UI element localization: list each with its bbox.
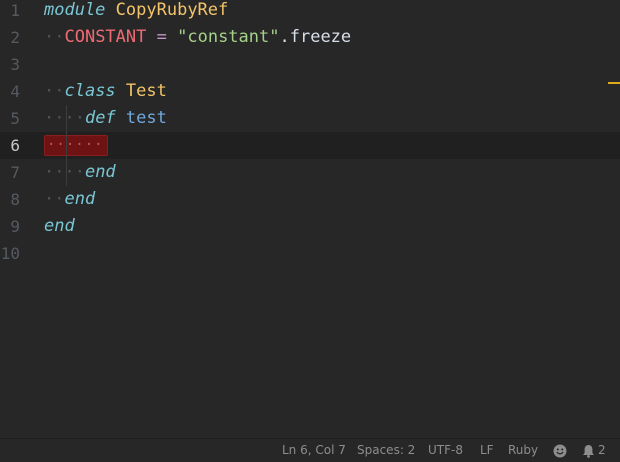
code-token: end bbox=[44, 216, 75, 236]
code-line[interactable]: 8 ··end bbox=[0, 186, 620, 213]
line-number[interactable]: 10 bbox=[0, 240, 20, 267]
code-line[interactable]: 4 ··class Test bbox=[0, 78, 620, 105]
code-text: end bbox=[44, 213, 75, 240]
code-text: ····end bbox=[44, 159, 116, 186]
notification-count[interactable]: 2 bbox=[598, 443, 606, 457]
line-number[interactable]: 6 bbox=[0, 132, 20, 159]
code-line[interactable]: 7 ····end bbox=[0, 159, 620, 186]
indent-guide bbox=[66, 105, 67, 186]
cursor-position-indicator[interactable]: Ln 6, Col 7 bbox=[282, 443, 346, 457]
code-editor[interactable]: 1 module CopyRubyRef 2 ··CONSTANT = "consta… bbox=[0, 0, 620, 438]
code-line[interactable]: 2 ··CONSTANT = "constant".freeze bbox=[0, 24, 620, 51]
code-token: CONSTANT bbox=[64, 27, 147, 47]
whitespace-marker: ·· bbox=[44, 27, 65, 47]
language-mode-selector[interactable]: Ruby bbox=[508, 443, 538, 457]
code-token: class bbox=[64, 81, 116, 101]
line-number[interactable]: 7 bbox=[0, 159, 20, 186]
line-number[interactable]: 9 bbox=[0, 213, 20, 240]
code-line[interactable]: 1 module CopyRubyRef bbox=[0, 0, 620, 24]
line-number[interactable]: 2 bbox=[0, 24, 20, 51]
code-text: ··CONSTANT = "constant".freeze bbox=[44, 24, 351, 51]
code-token: CopyRubyRef bbox=[115, 0, 229, 20]
code-token: test bbox=[125, 108, 167, 128]
code-line[interactable]: 10 bbox=[0, 240, 620, 267]
code-token: . bbox=[279, 27, 290, 47]
code-token: freeze bbox=[289, 27, 352, 47]
line-number[interactable]: 1 bbox=[0, 0, 20, 24]
code-token: end bbox=[64, 189, 96, 209]
smiley-icon[interactable] bbox=[553, 444, 567, 461]
whitespace-marker: ·· bbox=[44, 81, 65, 101]
whitespace-marker: ···· bbox=[44, 108, 85, 128]
line-number[interactable]: 5 bbox=[0, 105, 20, 132]
status-bar: Ln 6, Col 7 Spaces: 2 UTF-8 LF Ruby 2 bbox=[0, 438, 620, 462]
trailing-whitespace-highlight: ······ bbox=[44, 135, 108, 156]
line-number[interactable]: 3 bbox=[0, 51, 20, 78]
code-text: ··end bbox=[44, 186, 95, 213]
code-token: end bbox=[84, 162, 116, 182]
code-line[interactable]: 9 end bbox=[0, 213, 620, 240]
code-token: = bbox=[156, 27, 167, 47]
code-token: Test bbox=[125, 81, 167, 101]
code-line[interactable]: 3 bbox=[0, 51, 620, 78]
code-token: def bbox=[84, 108, 116, 128]
line-number[interactable]: 8 bbox=[0, 186, 20, 213]
code-line[interactable]: 6 ······ bbox=[0, 132, 620, 159]
code-line[interactable]: 5 ····def test bbox=[0, 105, 620, 132]
code-token: module bbox=[44, 0, 106, 20]
indentation-selector[interactable]: Spaces: 2 bbox=[357, 443, 415, 457]
whitespace-marker: ·· bbox=[44, 189, 65, 209]
code-text: ····def test bbox=[44, 105, 167, 132]
line-number[interactable]: 4 bbox=[0, 78, 20, 105]
code-text: module CopyRubyRef bbox=[44, 0, 228, 24]
code-token: "constant" bbox=[177, 27, 280, 47]
code-text: ··class Test bbox=[44, 78, 167, 105]
whitespace-marker: ···· bbox=[44, 162, 85, 182]
line-ending-selector[interactable]: LF bbox=[480, 443, 494, 457]
bell-icon[interactable] bbox=[582, 444, 595, 461]
encoding-selector[interactable]: UTF-8 bbox=[428, 443, 463, 457]
